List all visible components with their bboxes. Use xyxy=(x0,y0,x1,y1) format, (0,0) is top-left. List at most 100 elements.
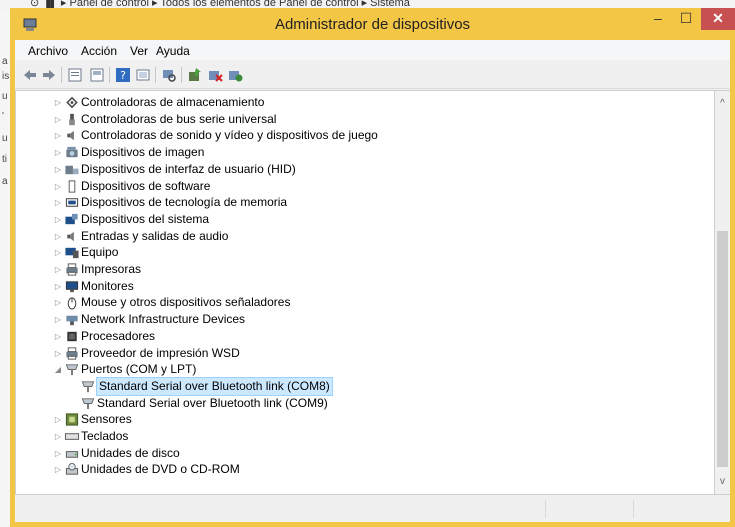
wsd-printer-icon xyxy=(66,346,78,360)
background-side-letter: a xyxy=(2,56,8,67)
tree-category[interactable]: ▷ Proveedor de impresión WSD xyxy=(16,345,714,362)
network-device-icon xyxy=(66,315,78,326)
background-side-letter: ti xyxy=(2,154,7,165)
help-icon[interactable]: ? xyxy=(115,67,131,83)
menu-ayuda[interactable]: Ayuda xyxy=(156,44,190,58)
background-side-letter: a xyxy=(2,176,8,187)
forward-icon[interactable] xyxy=(41,67,57,83)
tree-item-label: Dispositivos de imagen xyxy=(81,145,205,160)
close-button[interactable]: ✕ xyxy=(701,8,735,30)
background-side-panel: a is u ' u ti a xyxy=(0,10,10,527)
expand-arrow-icon[interactable]: ▷ xyxy=(53,194,63,211)
scan-hardware-icon[interactable] xyxy=(161,67,177,83)
title-bar[interactable]: Administrador de dispositivos – ☐ ✕ xyxy=(10,8,735,40)
status-divider xyxy=(633,500,635,518)
expand-arrow-icon[interactable]: ▷ xyxy=(53,278,63,295)
tree-category[interactable]: ▷ Procesadores xyxy=(16,328,714,345)
tree-item-label: Controladoras de bus serie universal xyxy=(81,111,277,126)
tree-category[interactable]: ◢ Puertos (COM y LPT) xyxy=(16,361,714,378)
tree-category[interactable]: ▷ Dispositivos de software xyxy=(16,178,714,195)
expand-arrow-icon[interactable]: ▷ xyxy=(53,211,63,228)
expand-arrow-icon[interactable]: ▷ xyxy=(53,127,63,144)
camera-icon xyxy=(66,146,78,158)
expand-arrow-icon[interactable]: ▷ xyxy=(53,328,63,345)
computer-icon xyxy=(65,248,79,259)
collapse-arrow-icon[interactable]: ◢ xyxy=(53,361,63,378)
minimize-button[interactable]: – xyxy=(644,8,672,30)
tree-item-label: Entradas y salidas de audio xyxy=(81,228,229,243)
tree-category[interactable]: ▷ Controladoras de sonido y vídeo y dispo… xyxy=(16,127,714,144)
tree-item-label: Impresoras xyxy=(81,262,142,276)
scroll-up-button[interactable]: ^ xyxy=(715,97,730,111)
svg-text:?: ? xyxy=(120,69,126,82)
menu-ver[interactable]: Ver xyxy=(130,44,148,58)
expand-arrow-icon[interactable]: ▷ xyxy=(53,144,63,161)
tree-category[interactable]: ▷ Network Infrastructure Devices xyxy=(16,311,714,328)
list-view-icon[interactable] xyxy=(89,67,105,83)
menu-archivo[interactable]: Archivo xyxy=(28,44,68,58)
tree-item-label: Standard Serial over Bluetooth link (COM… xyxy=(97,395,328,410)
audio-io-icon xyxy=(67,231,74,241)
expand-arrow-icon[interactable]: ▷ xyxy=(53,161,63,178)
vertical-scrollbar[interactable]: ^ v xyxy=(715,90,730,495)
tree-category[interactable]: ▷ Dispositivos de imagen xyxy=(16,144,714,161)
uninstall-icon[interactable] xyxy=(207,67,223,83)
device-tree[interactable]: ▷ Controladoras de almacenamiento ▷ Control… xyxy=(15,90,715,495)
tree-category[interactable]: ▷ Controladoras de almacenamiento xyxy=(16,94,714,111)
tree-child-item[interactable]: Standard Serial over Bluetooth link (COM… xyxy=(16,395,714,412)
printer-icon xyxy=(66,263,78,276)
maximize-button[interactable]: ☐ xyxy=(672,8,700,30)
tree-category[interactable]: ▷ Dispositivos de tecnología de memoria xyxy=(16,194,714,211)
expand-arrow-icon[interactable]: ▷ xyxy=(53,461,63,478)
show-hidden-icon[interactable] xyxy=(135,67,151,83)
toolbar: ? xyxy=(15,62,730,89)
background-side-letter: u xyxy=(2,91,8,102)
expand-arrow-icon[interactable]: ▷ xyxy=(53,411,63,428)
expand-arrow-icon[interactable]: ▷ xyxy=(53,345,63,362)
tree-category[interactable]: ▷ Mouse y otros dispositivos señaladores xyxy=(16,294,714,311)
expand-arrow-icon[interactable]: ▷ xyxy=(53,428,63,445)
port-icon xyxy=(81,397,95,409)
back-icon[interactable] xyxy=(22,67,38,83)
tree-category[interactable]: ▷ Equipo xyxy=(16,244,714,261)
port-icon xyxy=(81,381,95,393)
tree-category[interactable]: ▷ Teclados xyxy=(16,428,714,445)
expand-arrow-icon[interactable]: ▷ xyxy=(53,228,63,245)
expand-arrow-icon[interactable]: ▷ xyxy=(53,94,63,111)
tree-category[interactable]: ▷ Controladoras de bus serie universal xyxy=(16,111,714,128)
expand-arrow-icon[interactable]: ▷ xyxy=(53,244,63,261)
hid-icon xyxy=(65,165,79,174)
tree-category[interactable]: ▷ Unidades de disco xyxy=(16,445,714,462)
tree-item-label: Monitores xyxy=(81,278,134,293)
tree-item-label: Puertos (COM y LPT) xyxy=(81,362,197,377)
update-driver-icon[interactable] xyxy=(187,67,203,83)
tree-item-label: Proveedor de impresión WSD xyxy=(81,345,240,360)
expand-arrow-icon[interactable]: ▷ xyxy=(53,294,63,311)
tree-category[interactable]: ▷ Impresoras xyxy=(16,261,714,278)
tree-child-item[interactable]: Standard Serial over Bluetooth link (COM… xyxy=(16,376,714,396)
expand-arrow-icon[interactable]: ▷ xyxy=(53,445,63,462)
tree-category[interactable]: ▷ Monitores xyxy=(16,278,714,295)
properties-view-icon[interactable] xyxy=(67,67,83,83)
expand-arrow-icon[interactable]: ▷ xyxy=(53,111,63,128)
expand-arrow-icon[interactable]: ▷ xyxy=(53,261,63,278)
tree-category[interactable]: ▷ Unidades de DVD o CD-ROM xyxy=(16,461,714,478)
tree-item-label: Unidades de disco xyxy=(81,445,180,460)
usb-icon xyxy=(69,113,75,125)
tree-item-label: Network Infrastructure Devices xyxy=(81,312,246,327)
tree-item-label: Standard Serial over Bluetooth link (COM… xyxy=(96,376,333,396)
expand-arrow-icon[interactable]: ▷ xyxy=(53,178,63,195)
tree-item-label: Mouse y otros dispositivos señaladores xyxy=(81,295,291,310)
background-side-letter: is xyxy=(2,71,10,82)
tree-category[interactable]: ▷ Sensores xyxy=(16,411,714,428)
tree-category[interactable]: ▷ Dispositivos de interfaz de usuario (HI… xyxy=(16,161,714,178)
scrollbar-thumb[interactable] xyxy=(717,231,728,467)
menu-accion[interactable]: Acción xyxy=(81,44,117,58)
tree-category[interactable]: ▷ Entradas y salidas de audio xyxy=(16,228,714,245)
scroll-down-button[interactable]: v xyxy=(715,475,730,489)
sound-icon xyxy=(67,131,74,141)
tree-category[interactable]: ▷ Dispositivos del sistema xyxy=(16,211,714,228)
enable-device-icon[interactable] xyxy=(227,67,243,83)
monitor-icon xyxy=(65,281,79,292)
expand-arrow-icon[interactable]: ▷ xyxy=(53,311,63,328)
